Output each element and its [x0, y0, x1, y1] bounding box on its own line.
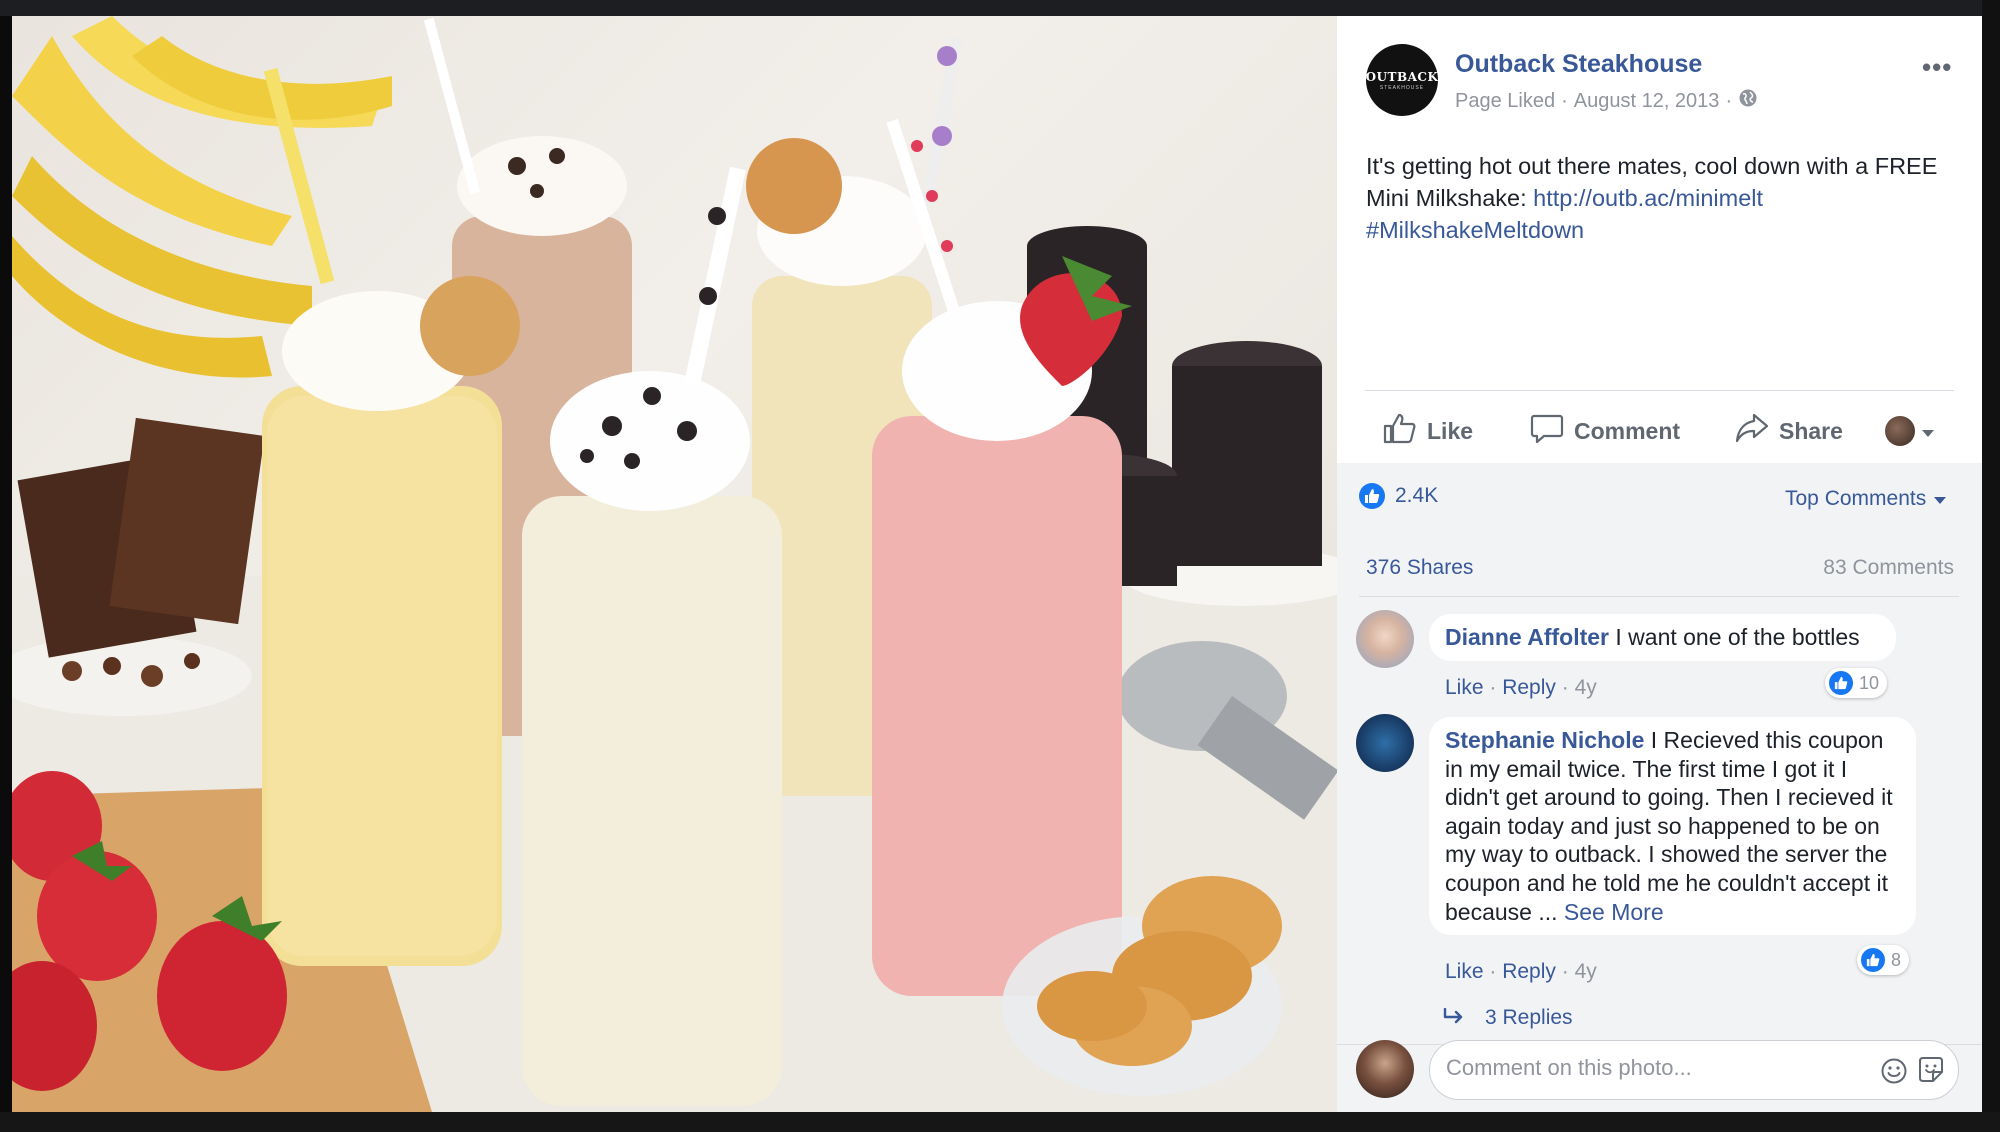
comment-bubble: Stephanie Nichole I Recieved this coupon… — [1429, 717, 1916, 936]
comment-bubble-icon — [1530, 412, 1564, 450]
meta-separator: · — [1561, 89, 1568, 112]
page-liked-label: Page Liked — [1455, 89, 1556, 112]
post-date-link[interactable]: August 12, 2013 — [1574, 90, 1720, 113]
separator: · — [1489, 960, 1503, 983]
reply-arrow-icon — [1443, 1006, 1465, 1030]
comment-button[interactable]: Comment — [1530, 408, 1680, 454]
meta-separator: · — [1725, 89, 1733, 112]
post-photo[interactable] — [12, 16, 1337, 1112]
comment-reactions[interactable]: 10 — [1825, 668, 1888, 698]
comment-label: Comment — [1574, 417, 1681, 444]
like-label: Like — [1427, 417, 1474, 444]
thumbs-up-icon — [1383, 412, 1417, 450]
like-button[interactable]: Like — [1383, 408, 1473, 454]
comment-sort-dropdown[interactable]: Top Comments — [1785, 487, 1947, 511]
reactions-count: 2.4K — [1395, 484, 1439, 507]
comment-reaction-count: 8 — [1891, 949, 1902, 970]
page-logo-text: OUTBACK — [1365, 69, 1439, 84]
user-avatar-small — [1885, 416, 1915, 446]
sticker-icon[interactable] — [1916, 1055, 1946, 1090]
reactions-summary[interactable]: 2.4K — [1359, 483, 1438, 509]
post-caption: It's getting hot out there mates, cool d… — [1366, 150, 1956, 246]
comment-actions: Like · Reply · 4y — [1445, 960, 1597, 984]
comment-text: I want one of the bottles — [1609, 624, 1860, 650]
comment-author[interactable]: Stephanie Nichole — [1445, 727, 1644, 753]
comment-text: I Recieved this coupon in my email twice… — [1445, 727, 1893, 925]
viewer-right-edge — [1982, 0, 2000, 1132]
comment-reactions[interactable]: 8 — [1857, 945, 1910, 975]
comment-age[interactable]: 4y — [1575, 676, 1597, 699]
viewer-bottom-bar — [0, 1112, 2000, 1132]
post-actions-bar: Like Comment Share — [1365, 408, 1965, 454]
caret-down-icon — [1921, 418, 1935, 445]
more-options-icon[interactable]: ••• — [1922, 52, 1952, 83]
separator: · — [1489, 676, 1503, 699]
post-meta: Page Liked · August 12, 2013 · — [1455, 88, 1758, 114]
comment-like-link[interactable]: Like — [1445, 676, 1484, 699]
comment-like-link[interactable]: Like — [1445, 960, 1484, 983]
post-hashtag[interactable]: #MilkshakeMeltdown — [1366, 217, 1584, 243]
comment-reaction-count: 10 — [1859, 672, 1880, 693]
comment-composer — [1429, 1040, 1959, 1100]
separator: · — [1561, 960, 1575, 983]
share-button[interactable]: Share — [1735, 408, 1843, 454]
emoji-icon[interactable] — [1880, 1057, 1908, 1090]
audience-selector[interactable] — [1885, 408, 1935, 454]
milkshake-illustration — [12, 16, 1337, 1112]
commenter-avatar[interactable] — [1356, 714, 1414, 772]
post-caption-link[interactable]: http://outb.ac/minimelt — [1533, 185, 1763, 211]
comment-reply-link[interactable]: Reply — [1502, 960, 1556, 983]
comment-bubble: Dianne Affolter I want one of the bottle… — [1429, 614, 1896, 661]
share-label: Share — [1779, 417, 1843, 444]
comment-input[interactable] — [1446, 1055, 1846, 1081]
separator: · — [1561, 676, 1575, 699]
comment-actions: Like · Reply · 4y — [1445, 676, 1597, 700]
current-user-avatar[interactable] — [1356, 1040, 1414, 1098]
divider — [1359, 596, 1959, 597]
comment-sort-label: Top Comments — [1785, 487, 1927, 510]
commenter-avatar[interactable] — [1356, 610, 1414, 668]
divider — [1365, 390, 1954, 391]
page-logo-subtext: STEAKHOUSE — [1379, 84, 1425, 91]
comment-reply-link[interactable]: Reply — [1502, 676, 1556, 699]
viewer-top-bar — [0, 0, 2000, 16]
comment-age[interactable]: 4y — [1575, 960, 1597, 983]
view-replies-link[interactable]: 3 Replies — [1443, 1006, 1573, 1030]
caret-down-icon — [1934, 487, 1947, 511]
page-avatar[interactable]: OUTBACK STEAKHOUSE — [1366, 44, 1438, 116]
comment-author[interactable]: Dianne Affolter — [1445, 624, 1609, 650]
see-more-link[interactable]: See More — [1564, 899, 1664, 925]
share-arrow-icon — [1735, 412, 1769, 450]
chocolate-pieces — [12, 417, 265, 716]
page-name-link[interactable]: Outback Steakhouse — [1455, 50, 1702, 79]
replies-label: 3 Replies — [1485, 1006, 1573, 1029]
like-reaction-icon — [1861, 948, 1885, 972]
globe-icon — [1738, 88, 1758, 114]
like-reaction-icon — [1359, 483, 1385, 509]
shares-count[interactable]: 376 Shares — [1366, 556, 1473, 580]
like-reaction-icon — [1829, 671, 1853, 695]
comments-count[interactable]: 83 Comments — [1813, 556, 1954, 580]
post-sidebar: OUTBACK STEAKHOUSE Outback Steakhouse Pa… — [1337, 16, 1982, 1112]
